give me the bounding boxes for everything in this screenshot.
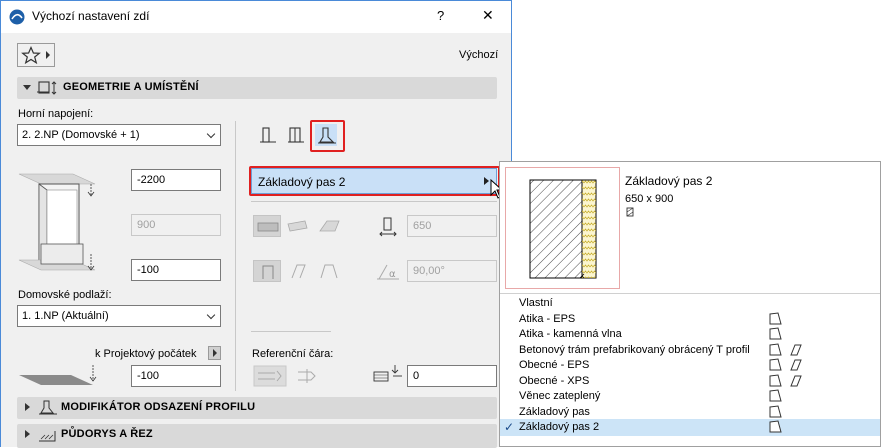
profile-list-item[interactable]: Betonový trám prefabrikovaný obrácený T … xyxy=(500,342,880,359)
collapse-arrow-icon xyxy=(23,85,31,90)
project-zero-plane-icon xyxy=(19,365,97,385)
profile-list-item-label: Základový pas 2 xyxy=(519,421,600,433)
profile-list-item[interactable]: Věnec zateplený xyxy=(500,388,880,405)
double-slanted-wall-icon[interactable] xyxy=(315,260,343,282)
help-button[interactable]: ? xyxy=(437,8,444,23)
profile-list-item[interactable]: Vlastní xyxy=(500,295,880,312)
section-profile-modifier-header[interactable]: MODIFIKÁTOR ODSAZENÍ PROFILU xyxy=(17,397,497,419)
reference-divider xyxy=(251,331,331,332)
profile-shape-icon xyxy=(769,404,782,417)
angle-icon: α xyxy=(377,264,399,280)
profile-shape-icon xyxy=(769,389,782,402)
chevron-down-icon xyxy=(206,129,216,139)
star-icon xyxy=(21,46,41,64)
popup-divider xyxy=(500,293,880,294)
svg-text:α: α xyxy=(389,269,396,280)
profile-list-item-label: Atika - EPS xyxy=(519,312,576,325)
profile-list-item[interactable]: Základový pas xyxy=(500,404,880,421)
profile-list-item[interactable]: Atika - kamenná vlna xyxy=(500,326,880,343)
profile-shape-icon xyxy=(769,342,782,355)
profile-list-item-label: Věnec zateplený xyxy=(519,390,601,402)
profile-shape-icon xyxy=(769,358,782,371)
section-plan-section-header[interactable]: PŮDORYS A ŘEZ xyxy=(17,424,497,448)
section-geometry-label: GEOMETRIE A UMÍSTĚNÍ xyxy=(63,81,199,93)
section-profile-modifier-label: MODIFIKÁTOR ODSAZENÍ PROFILU xyxy=(61,401,256,413)
expand-arrow-icon xyxy=(25,430,30,438)
profile-list-item-label: Vlastní xyxy=(519,297,553,309)
profile-modifier-icon xyxy=(39,400,57,415)
profile-type-icon xyxy=(626,207,634,217)
project-zero-input[interactable]: -100 xyxy=(131,365,221,387)
section-geometry-header[interactable]: GEOMETRIE A UMÍSTĚNÍ xyxy=(17,77,497,99)
profile-popup: Základový pas 2 650 x 900 Vlastní Atika -… xyxy=(499,161,881,447)
wall-elevation-diagram-icon xyxy=(18,173,96,271)
profile-shape-icon xyxy=(769,373,782,386)
profile-shape-icon xyxy=(790,359,802,371)
profile-list-item[interactable]: Atika - EPS xyxy=(500,311,880,328)
floor-plan-icon xyxy=(39,431,56,442)
profile-list-item[interactable]: ✓ Základový pas 2 xyxy=(500,419,880,436)
basic-structure-icon[interactable] xyxy=(257,124,279,146)
profile-shape-icon xyxy=(790,375,802,386)
profile-list-item-label: Obecné - XPS xyxy=(519,374,590,387)
archicad-logo-icon xyxy=(9,9,25,25)
preset-label: Výchozí xyxy=(459,49,499,61)
angle-input[interactable]: 90,00° xyxy=(407,260,497,282)
reference-offset-icon xyxy=(373,365,402,382)
top-offset-input[interactable]: -2200 xyxy=(131,169,221,191)
profile-list-item-label: Betonový trám prefabrikovaný obrácený T … xyxy=(519,343,750,356)
title-bar: Výchozí nastavení zdí ? ✕ xyxy=(1,1,511,33)
chevron-down-icon xyxy=(206,310,216,320)
trapezoid-wall-icon[interactable] xyxy=(315,215,343,237)
profile-shape-icon xyxy=(769,311,782,324)
profile-shape-icon xyxy=(769,327,782,340)
wall-settings-dialog: Výchozí nastavení zdí ? ✕ Výchozí GEOMET… xyxy=(0,0,512,448)
home-story-select[interactable]: 1. 1.NP (Aktuální) xyxy=(17,305,221,327)
preview-title: Základový pas 2 xyxy=(625,174,713,188)
preview-size: 650 x 900 xyxy=(625,193,674,205)
section-plan-section-label: PŮDORYS A ŘEZ xyxy=(61,428,153,440)
chevron-right-icon xyxy=(46,51,50,59)
profile-divider xyxy=(251,201,497,202)
profile-list-item-label: Obecné - EPS xyxy=(519,359,590,371)
column-divider xyxy=(235,121,236,391)
reference-line-label: Referenční čára: xyxy=(252,348,334,360)
expand-arrow-icon xyxy=(25,403,30,411)
top-link-label: Horní napojení: xyxy=(18,108,94,120)
composite-structure-icon[interactable] xyxy=(285,124,307,146)
profile-shape-icon xyxy=(790,344,802,355)
profile-shape-icon xyxy=(769,420,782,433)
project-zero-label: k Projektový počátek xyxy=(95,348,197,360)
top-link-select[interactable]: 2. 2.NP (Domovské + 1) xyxy=(17,124,221,146)
straight-wall-icon[interactable] xyxy=(253,215,281,237)
profile-preview-image xyxy=(505,167,620,289)
curved-wall-icon[interactable] xyxy=(285,215,313,237)
reference-line-flip-icon[interactable] xyxy=(293,365,323,387)
slanted-wall-icon[interactable] xyxy=(285,260,313,282)
checkmark-icon: ✓ xyxy=(504,420,515,434)
project-zero-menu-button[interactable] xyxy=(208,346,221,360)
close-button[interactable]: ✕ xyxy=(482,7,494,24)
wall-height-input[interactable]: 900 xyxy=(131,214,221,236)
geometry-icon xyxy=(37,81,57,95)
profile-list-item-label: Atika - kamenná vlna xyxy=(519,328,622,340)
dialog-title: Výchozí nastavení zdí xyxy=(32,9,150,23)
profile-list-item[interactable]: Obecné - EPS xyxy=(500,357,880,374)
chevron-right-icon xyxy=(213,349,217,357)
complex-profile-structure-icon[interactable] xyxy=(315,124,337,146)
thickness-icon xyxy=(379,217,397,237)
reference-line-side-icon[interactable] xyxy=(253,365,287,387)
home-story-value: 1. 1.NP (Aktuální) xyxy=(22,310,109,322)
thickness-input[interactable]: 650 xyxy=(407,215,497,237)
profile-list-item-label: Základový pas xyxy=(519,405,590,418)
bottom-offset-input[interactable]: -100 xyxy=(131,259,221,281)
favorites-button[interactable] xyxy=(17,43,55,67)
reference-offset-input[interactable]: 0 xyxy=(407,365,497,387)
profile-list-item[interactable]: Obecné - XPS xyxy=(500,373,880,390)
vertical-wall-icon[interactable] xyxy=(253,260,281,282)
top-link-value: 2. 2.NP (Domovské + 1) xyxy=(22,129,140,141)
profile-select-highlight xyxy=(249,166,500,196)
home-story-label: Domovské podlaží: xyxy=(18,289,112,301)
